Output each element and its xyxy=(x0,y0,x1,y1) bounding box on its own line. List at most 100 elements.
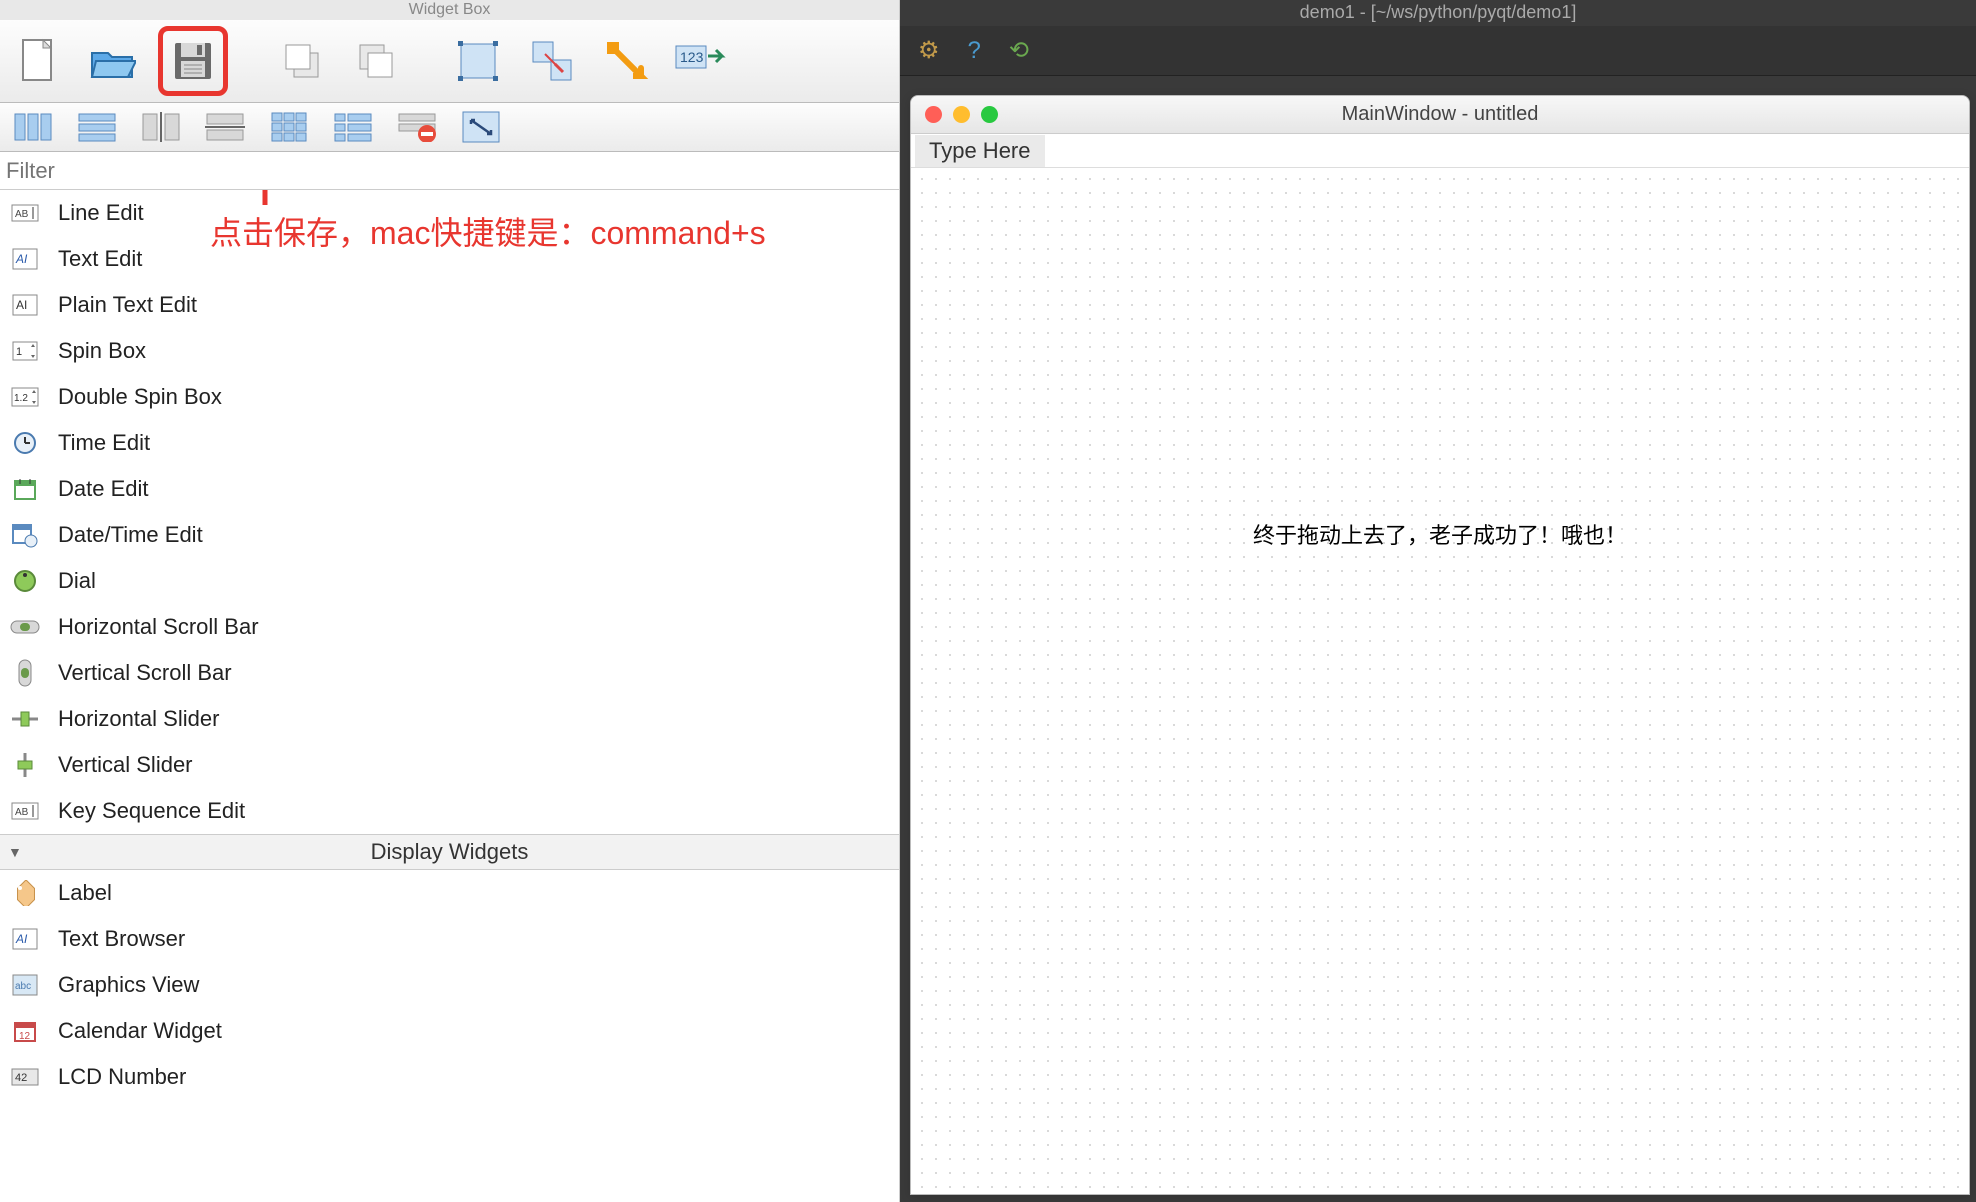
help-icon[interactable]: ? xyxy=(968,37,981,65)
widget-item-graphics[interactable]: abc Graphics View xyxy=(0,962,899,1008)
group-header-label: Display Widgets xyxy=(371,839,529,865)
spinbox-icon: 1 xyxy=(10,339,40,363)
stack-front-icon xyxy=(354,39,398,83)
filter-input[interactable] xyxy=(6,158,893,184)
signals-icon xyxy=(529,38,575,84)
vertical-splitter-icon xyxy=(205,112,245,142)
widget-item-label: Spin Box xyxy=(58,338,146,364)
layout-form-button[interactable] xyxy=(330,107,376,147)
widget-box-panel: Widget Box xyxy=(0,0,900,1202)
layout-horizontal-button[interactable] xyxy=(10,107,56,147)
preview-titlebar[interactable]: MainWindow - untitled xyxy=(911,96,1969,134)
adjust-size-icon xyxy=(461,110,501,144)
line-edit-icon: AB xyxy=(10,201,40,225)
config-icon[interactable]: ⚙ xyxy=(918,36,940,65)
open-icon xyxy=(88,41,136,81)
date-icon xyxy=(10,477,40,501)
layout-grid-button[interactable] xyxy=(266,107,312,147)
ide-title: demo1 - [~/ws/python/pyqt/demo1] xyxy=(900,0,1976,26)
widget-item-datetime[interactable]: Date/Time Edit xyxy=(0,512,899,558)
send-to-back-button[interactable] xyxy=(274,33,330,89)
break-layout-icon xyxy=(397,112,437,142)
preview-window: MainWindow - untitled Type Here 终于拖动上去了，… xyxy=(910,95,1970,1195)
svg-text:12: 12 xyxy=(19,1031,31,1042)
horizontal-splitter-icon xyxy=(141,112,181,142)
plain-text-icon: AI xyxy=(10,293,40,317)
design-canvas[interactable]: 终于拖动上去了，老子成功了！哦也！ xyxy=(911,168,1969,1194)
edit-tab-order-button[interactable]: 123 xyxy=(672,33,728,89)
widget-item-label: Plain Text Edit xyxy=(58,292,197,318)
widget-item-label[interactable]: Label xyxy=(0,870,899,916)
widget-item-vslider[interactable]: Vertical Slider xyxy=(0,742,899,788)
new-form-button[interactable] xyxy=(10,33,66,89)
widget-item-calendar[interactable]: 12Calendar Widget xyxy=(0,1008,899,1054)
menubar-type-here[interactable]: Type Here xyxy=(915,135,1045,167)
adjust-size-button[interactable] xyxy=(458,107,504,147)
grid-layout-icon xyxy=(271,112,307,142)
widget-item-text-edit[interactable]: AI Text Edit xyxy=(0,236,899,282)
widget-item-plain-text[interactable]: AI Plain Text Edit xyxy=(0,282,899,328)
widget-item-label: Text Edit xyxy=(58,246,142,272)
datetime-icon xyxy=(10,523,40,547)
break-layout-button[interactable] xyxy=(394,107,440,147)
svg-text:1: 1 xyxy=(16,346,22,358)
main-toolbar-row2 xyxy=(0,103,899,152)
main-toolbar-row1: 123 xyxy=(0,20,899,103)
widget-item-label: Dial xyxy=(58,568,96,594)
save-button-highlight xyxy=(158,26,228,96)
widget-item-label: Graphics View xyxy=(58,972,199,998)
widget-item-hscroll[interactable]: Horizontal Scroll Bar xyxy=(0,604,899,650)
widget-item-label: Label xyxy=(58,880,112,906)
layout-vertical-button[interactable] xyxy=(74,107,120,147)
preview-menubar[interactable]: Type Here xyxy=(911,134,1969,168)
widget-item-label: Time Edit xyxy=(58,430,150,456)
dial-icon xyxy=(10,569,40,593)
collapse-arrow-icon: ▼ xyxy=(8,844,22,860)
document-icon xyxy=(19,38,57,84)
svg-text:abc: abc xyxy=(15,981,31,992)
widget-item-label: LCD Number xyxy=(58,1064,186,1090)
edit-widgets-button[interactable] xyxy=(450,33,506,89)
widget-item-lcd[interactable]: 42 LCD Number xyxy=(0,1054,899,1100)
widget-item-label: Double Spin Box xyxy=(58,384,222,410)
svg-text:123: 123 xyxy=(680,49,704,65)
sync-icon[interactable]: ⟲ xyxy=(1009,36,1029,65)
widget-item-label: Key Sequence Edit xyxy=(58,798,245,824)
lcd-icon: 42 xyxy=(10,1065,40,1089)
calendar-icon: 12 xyxy=(10,1019,40,1043)
save-button[interactable] xyxy=(165,33,221,89)
stack-back-icon xyxy=(280,39,324,83)
display-widgets-group-header[interactable]: ▼ Display Widgets xyxy=(0,834,899,870)
widget-item-label: Text Browser xyxy=(58,926,185,952)
layout-vertical-splitter-button[interactable] xyxy=(202,107,248,147)
widget-item-time[interactable]: Time Edit xyxy=(0,420,899,466)
widget-item-spinbox[interactable]: 1 Spin Box xyxy=(0,328,899,374)
layout-horizontal-splitter-button[interactable] xyxy=(138,107,184,147)
open-button[interactable] xyxy=(84,33,140,89)
widget-item-keyseq[interactable]: AB Key Sequence Edit xyxy=(0,788,899,834)
double-spin-icon: 1.2 xyxy=(10,385,40,409)
edit-buddies-button[interactable] xyxy=(598,33,654,89)
buddies-icon xyxy=(603,38,649,84)
widget-item-text-browser[interactable]: AI Text Browser xyxy=(0,916,899,962)
vslider-icon xyxy=(10,753,40,777)
widget-item-label: Horizontal Slider xyxy=(58,706,219,732)
edit-signals-button[interactable] xyxy=(524,33,580,89)
widget-item-hslider[interactable]: Horizontal Slider xyxy=(0,696,899,742)
edit-widgets-icon xyxy=(455,38,501,84)
canvas-label-widget[interactable]: 终于拖动上去了，老子成功了！哦也！ xyxy=(1253,518,1627,550)
widget-item-vscroll[interactable]: Vertical Scroll Bar xyxy=(0,650,899,696)
graphics-icon: abc xyxy=(10,973,40,997)
svg-text:AB: AB xyxy=(15,807,29,818)
widget-list[interactable]: 点击保存，mac快捷键是：command+s ABLine EditAIText… xyxy=(0,190,899,1202)
widget-item-label: Vertical Slider xyxy=(58,752,193,778)
widget-item-double-spin[interactable]: 1.2 Double Spin Box xyxy=(0,374,899,420)
vertical-layout-icon xyxy=(77,112,117,142)
widget-item-line-edit[interactable]: ABLine Edit xyxy=(0,190,899,236)
svg-text:AI: AI xyxy=(15,932,28,946)
svg-text:1.2: 1.2 xyxy=(14,393,28,404)
bring-to-front-button[interactable] xyxy=(348,33,404,89)
widget-item-date[interactable]: Date Edit xyxy=(0,466,899,512)
text-edit-icon: AI xyxy=(10,247,40,271)
widget-item-dial[interactable]: Dial xyxy=(0,558,899,604)
